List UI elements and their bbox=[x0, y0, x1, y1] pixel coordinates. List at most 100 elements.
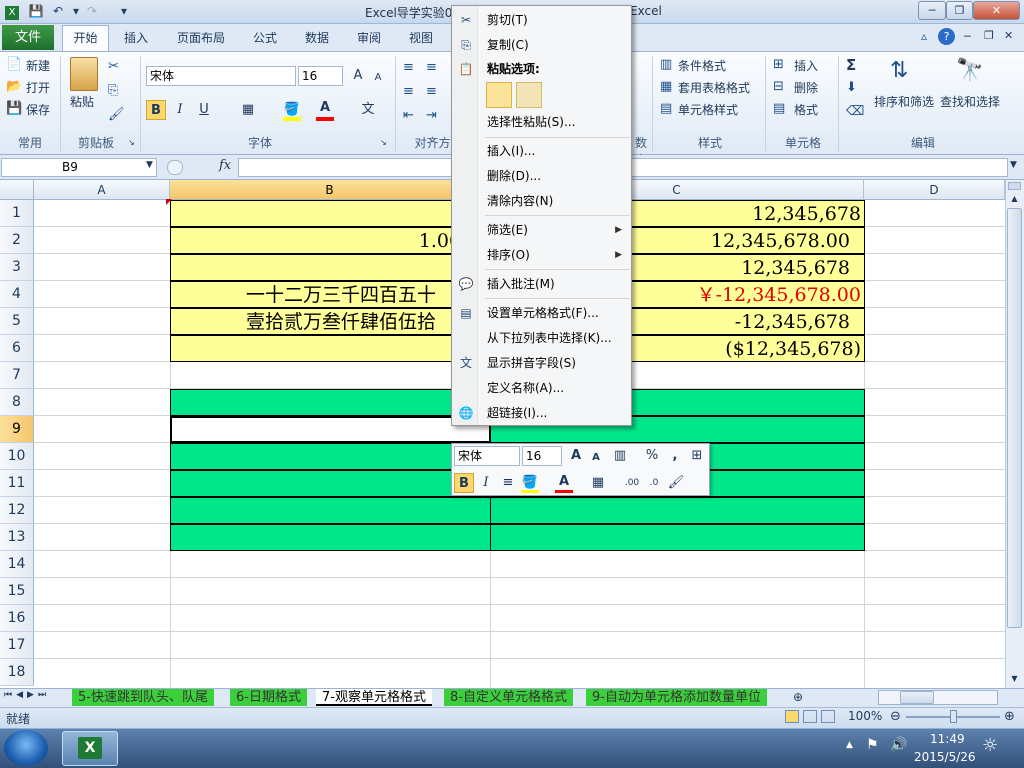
tab-review[interactable]: 审阅 bbox=[357, 29, 381, 46]
menu-item-show-phonetic[interactable]: 文显示拼音字段(S) bbox=[453, 352, 630, 375]
mini-font-color-icon[interactable]: A bbox=[554, 472, 574, 492]
row-header[interactable]: 3 bbox=[0, 254, 34, 281]
row-header[interactable]: 9 bbox=[0, 416, 34, 443]
new-button[interactable]: 新建 bbox=[26, 57, 50, 74]
undo-icon[interactable]: ↶ bbox=[50, 4, 66, 19]
save-icon[interactable]: 💾 bbox=[28, 4, 44, 19]
format-cells-button[interactable]: 格式 bbox=[794, 101, 818, 118]
zoom-out-icon[interactable]: ⊖ bbox=[890, 709, 901, 724]
close-button[interactable]: ✕ bbox=[973, 1, 1020, 20]
paste-option-values-icon[interactable] bbox=[516, 82, 542, 108]
tab-data[interactable]: 数据 bbox=[305, 29, 329, 46]
align-middle-icon[interactable]: ≡ bbox=[426, 60, 437, 75]
insert-cells-button[interactable]: 插入 bbox=[794, 57, 818, 74]
tab-page-layout[interactable]: 页面布局 bbox=[177, 29, 225, 46]
insert-function-button[interactable]: fx bbox=[219, 158, 231, 173]
menu-item-paste-special[interactable]: 选择性粘贴(S)... bbox=[453, 111, 630, 134]
cell-b12[interactable] bbox=[170, 497, 491, 524]
undo-dropdown-icon[interactable]: ▾ bbox=[68, 4, 84, 19]
cell-b13[interactable] bbox=[170, 524, 491, 551]
name-box[interactable]: B9 bbox=[1, 158, 157, 177]
mini-bold-icon[interactable]: B bbox=[454, 473, 474, 493]
zoom-slider-handle[interactable] bbox=[950, 710, 957, 723]
paste-button[interactable]: 粘贴 bbox=[70, 93, 94, 110]
paste-icon[interactable] bbox=[70, 57, 98, 91]
borders-icon[interactable]: ▦ bbox=[238, 100, 258, 120]
horizontal-scroll-thumb[interactable] bbox=[900, 691, 934, 704]
row-header[interactable]: 16 bbox=[0, 605, 34, 632]
mini-format-painter-grid-icon[interactable]: ⊞ bbox=[687, 446, 707, 466]
mini-center-icon[interactable]: ≡ bbox=[498, 473, 518, 493]
italic-button[interactable]: I bbox=[170, 100, 190, 120]
row-header[interactable]: 4 bbox=[0, 281, 34, 308]
delete-cells-button[interactable]: 删除 bbox=[794, 79, 818, 96]
workbook-restore-icon[interactable]: ❐ bbox=[984, 29, 994, 42]
column-header-a[interactable]: A bbox=[34, 180, 170, 200]
column-header-b[interactable]: B bbox=[170, 180, 490, 200]
row-header[interactable]: 2 bbox=[0, 227, 34, 254]
menu-item-copy[interactable]: ⎘ 复制(C) bbox=[453, 34, 630, 57]
workbook-close-icon[interactable]: ✕ bbox=[1004, 29, 1013, 42]
formula-bar-expand-handle[interactable] bbox=[167, 160, 183, 175]
align-left-icon[interactable]: ≡ bbox=[403, 84, 414, 99]
cell-b2[interactable]: 1.000E bbox=[170, 227, 491, 254]
help-icon[interactable]: ? bbox=[938, 28, 955, 45]
cell-b10[interactable] bbox=[170, 443, 491, 470]
sheet-nav-icon[interactable]: ⏮◀▶⏭ bbox=[4, 690, 50, 700]
horizontal-scrollbar[interactable] bbox=[878, 690, 998, 705]
tray-expand-icon[interactable]: ▲ bbox=[846, 740, 853, 750]
cut-icon[interactable]: ✂ bbox=[108, 59, 119, 74]
tab-formulas[interactable]: 公式 bbox=[253, 29, 277, 46]
tray-time[interactable]: 11:49 bbox=[930, 732, 965, 746]
row-header[interactable]: 15 bbox=[0, 578, 34, 605]
sheet-tab[interactable]: 5-快速跳到队头、队尾 bbox=[72, 689, 214, 706]
excel-logo-icon[interactable]: X bbox=[4, 4, 20, 20]
font-size-combo[interactable]: 16 bbox=[298, 66, 343, 86]
tab-view[interactable]: 视图 bbox=[409, 29, 433, 46]
font-color-icon[interactable]: A bbox=[315, 98, 335, 118]
font-launcher-icon[interactable]: ↘ bbox=[380, 138, 387, 147]
underline-button[interactable]: U bbox=[194, 100, 214, 120]
row-header[interactable]: 13 bbox=[0, 524, 34, 551]
expand-formula-bar-icon[interactable]: ▼ bbox=[1010, 160, 1017, 170]
comment-indicator-icon[interactable] bbox=[166, 199, 172, 205]
menu-item-insert-comment[interactable]: 💬 插入批注(M) bbox=[453, 273, 630, 296]
menu-item-cut[interactable]: ✂ 剪切(T) bbox=[453, 9, 630, 32]
cell-b5[interactable]: 壹拾贰万叁仟肆佰伍拾 bbox=[170, 308, 491, 335]
mini-font-name-combo[interactable]: 宋体 bbox=[454, 446, 520, 466]
paste-option-keep-format-icon[interactable] bbox=[486, 82, 512, 108]
scroll-down-icon[interactable]: ▼ bbox=[1007, 672, 1022, 686]
row-header[interactable]: 14 bbox=[0, 551, 34, 578]
mini-font-size-combo[interactable]: 16 bbox=[522, 446, 562, 466]
split-box-handle[interactable] bbox=[1008, 182, 1021, 190]
sheet-tab[interactable]: 6-日期格式 bbox=[230, 689, 307, 706]
menu-item-insert[interactable]: 插入(I)... bbox=[453, 140, 630, 163]
mini-borders-icon[interactable]: ▦ bbox=[588, 473, 608, 493]
column-header-d[interactable]: D bbox=[864, 180, 1005, 200]
row-header[interactable]: 5 bbox=[0, 308, 34, 335]
page-layout-view-icon[interactable] bbox=[803, 710, 817, 723]
action-center-icon[interactable]: ⚑ bbox=[866, 737, 879, 753]
normal-view-icon[interactable] bbox=[785, 710, 799, 723]
cell-b6[interactable]: 100 bbox=[170, 335, 491, 362]
cell-b3[interactable]: 1/ bbox=[170, 254, 491, 281]
format-as-table-button[interactable]: 套用表格格式 bbox=[678, 79, 750, 96]
font-name-combo[interactable]: 宋体 bbox=[146, 66, 296, 86]
volume-icon[interactable]: 🔊 bbox=[890, 737, 907, 753]
row-header[interactable]: 11 bbox=[0, 470, 34, 497]
tab-file[interactable]: 文件 bbox=[2, 25, 54, 50]
menu-item-filter[interactable]: 筛选(E) ▶ bbox=[453, 219, 630, 242]
find-select-button[interactable]: 查找和选择 bbox=[940, 93, 1000, 110]
row-header[interactable]: 18 bbox=[0, 659, 34, 686]
start-button[interactable] bbox=[4, 730, 48, 766]
select-all-button[interactable] bbox=[0, 180, 34, 200]
workbook-minimize-icon[interactable]: ─ bbox=[964, 30, 971, 43]
mini-grow-font-icon[interactable]: A bbox=[566, 446, 586, 466]
row-header[interactable]: 12 bbox=[0, 497, 34, 524]
row-header[interactable]: 7 bbox=[0, 362, 34, 389]
mini-percent-button[interactable]: % bbox=[642, 446, 662, 466]
cell-b1[interactable]: 25. bbox=[170, 200, 491, 227]
decrease-indent-icon[interactable]: ⇤ bbox=[403, 108, 414, 123]
weather-gadget-icon[interactable]: ☼ bbox=[982, 735, 998, 756]
bold-button[interactable]: B bbox=[146, 100, 166, 120]
